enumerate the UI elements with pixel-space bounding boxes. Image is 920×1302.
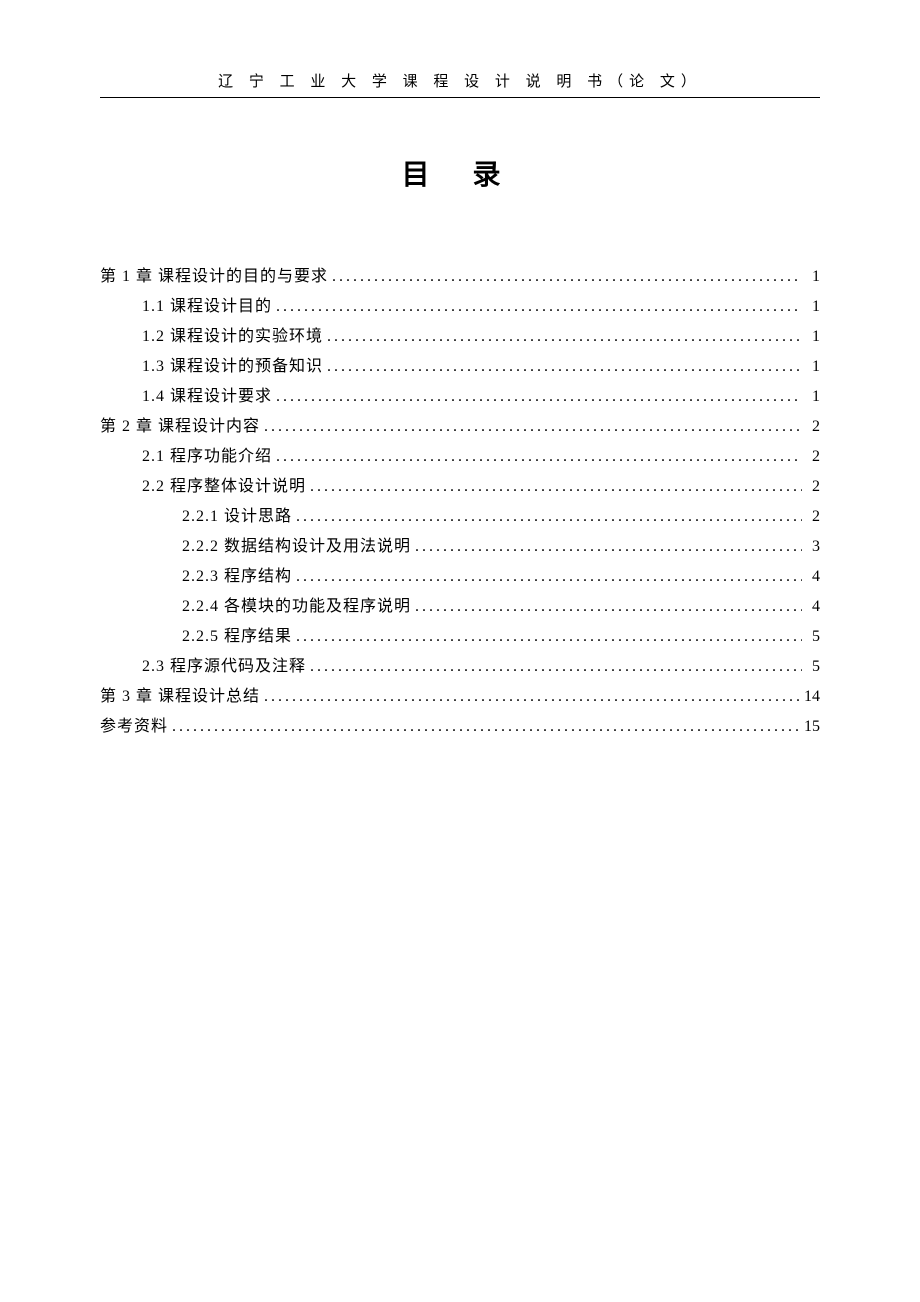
toc-entry: 2.2 程序整体设计说明 2 (100, 473, 820, 501)
toc-entry-page: 3 (802, 533, 820, 561)
toc-title: 目 录 (100, 153, 820, 193)
toc-leader-dots (292, 563, 802, 591)
toc-entry-label: 2.2 程序整体设计说明 (142, 473, 306, 501)
toc-entry: 第 3 章 课程设计总结 14 (100, 683, 820, 711)
toc-entry: 1.3 课程设计的预备知识 1 (100, 353, 820, 381)
toc-entry: 2.1 程序功能介绍 2 (100, 443, 820, 471)
toc-entry-page: 1 (802, 383, 820, 411)
toc-leader-dots (323, 323, 802, 351)
toc-leader-dots (411, 593, 802, 621)
toc-entry-page: 1 (802, 263, 820, 291)
toc-entry-label: 2.2.2 数据结构设计及用法说明 (182, 533, 411, 561)
toc-entry-page: 5 (802, 653, 820, 681)
toc-entry-page: 15 (802, 713, 820, 741)
toc-entry: 1.2 课程设计的实验环境 1 (100, 323, 820, 351)
table-of-contents: 第 1 章 课程设计的目的与要求11.1 课程设计目的11.2 课程设计的实验环… (100, 263, 820, 741)
toc-entry: 2.2.1 设计思路 2 (100, 503, 820, 531)
toc-leader-dots (272, 293, 802, 321)
toc-entry-label: 参考资料 (100, 713, 168, 741)
page-header: 辽 宁 工 业 大 学 课 程 设 计 说 明 书（论 文） (100, 70, 820, 98)
toc-entry: 1.1 课程设计目的 1 (100, 293, 820, 321)
toc-entry: 第 2 章 课程设计内容 2 (100, 413, 820, 441)
toc-leader-dots (260, 683, 802, 711)
toc-entry-page: 1 (802, 293, 820, 321)
toc-entry: 2.2.4 各模块的功能及程序说明 4 (100, 593, 820, 621)
toc-entry-label: 2.2.4 各模块的功能及程序说明 (182, 593, 411, 621)
toc-entry: 参考资料 15 (100, 713, 820, 741)
toc-entry: 2.2.2 数据结构设计及用法说明 3 (100, 533, 820, 561)
toc-entry-label: 1.4 课程设计要求 (142, 383, 272, 411)
toc-entry-page: 2 (802, 473, 820, 501)
toc-entry-label: 2.2.5 程序结果 (182, 623, 292, 651)
toc-entry: 2.2.3 程序结构 4 (100, 563, 820, 591)
toc-leader-dots (168, 713, 802, 741)
toc-entry-page: 4 (802, 593, 820, 621)
toc-leader-dots (306, 653, 802, 681)
toc-leader-dots (411, 533, 802, 561)
toc-entry: 第 1 章 课程设计的目的与要求 1 (100, 263, 820, 291)
toc-leader-dots (292, 623, 802, 651)
toc-entry-label: 1.2 课程设计的实验环境 (142, 323, 323, 351)
toc-entry-label: 第 2 章 课程设计内容 (100, 413, 260, 441)
toc-entry-label: 第 1 章 课程设计的目的与要求 (100, 263, 328, 291)
toc-leader-dots (328, 263, 802, 291)
toc-entry: 2.2.5 程序结果 5 (100, 623, 820, 651)
toc-leader-dots (306, 473, 802, 501)
toc-leader-dots (292, 503, 802, 531)
toc-entry: 1.4 课程设计要求 1 (100, 383, 820, 411)
toc-leader-dots (272, 443, 802, 471)
toc-entry-page: 14 (802, 683, 820, 711)
toc-entry-page: 4 (802, 563, 820, 591)
toc-leader-dots (323, 353, 802, 381)
toc-leader-dots (272, 383, 802, 411)
toc-entry-label: 2.3 程序源代码及注释 (142, 653, 306, 681)
toc-entry-label: 第 3 章 课程设计总结 (100, 683, 260, 711)
toc-entry-label: 2.2.1 设计思路 (182, 503, 292, 531)
toc-entry-page: 5 (802, 623, 820, 651)
toc-entry-label: 1.3 课程设计的预备知识 (142, 353, 323, 381)
toc-entry-label: 2.2.3 程序结构 (182, 563, 292, 591)
toc-entry-label: 2.1 程序功能介绍 (142, 443, 272, 471)
toc-entry-page: 1 (802, 323, 820, 351)
toc-entry-page: 1 (802, 353, 820, 381)
toc-entry-label: 1.1 课程设计目的 (142, 293, 272, 321)
toc-leader-dots (260, 413, 802, 441)
page: 辽 宁 工 业 大 学 课 程 设 计 说 明 书（论 文） 目 录 第 1 章… (0, 0, 920, 1302)
toc-entry-page: 2 (802, 503, 820, 531)
toc-entry: 2.3 程序源代码及注释 5 (100, 653, 820, 681)
toc-entry-page: 2 (802, 413, 820, 441)
toc-entry-page: 2 (802, 443, 820, 471)
